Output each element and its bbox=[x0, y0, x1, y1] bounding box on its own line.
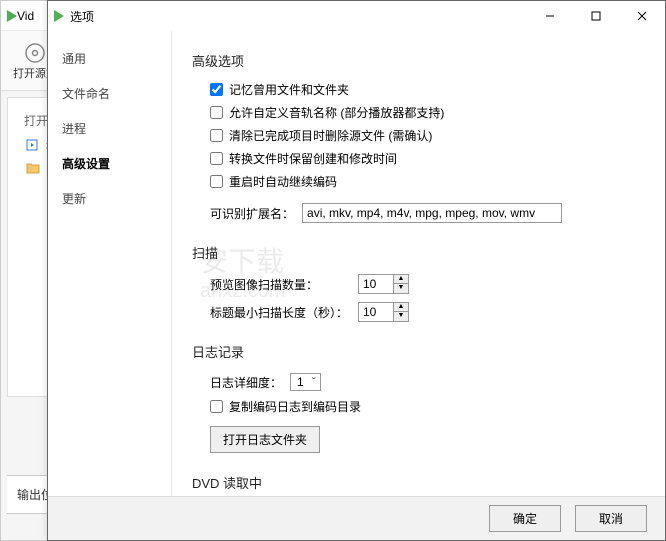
video-file-icon bbox=[26, 138, 40, 155]
spin-down-icon[interactable]: ▼ bbox=[394, 284, 408, 293]
verbosity-select[interactable]: 1 bbox=[290, 373, 321, 391]
spin-up-icon[interactable]: ▲ bbox=[394, 275, 408, 284]
cancel-button[interactable]: 取消 bbox=[575, 505, 647, 532]
window-controls bbox=[527, 1, 665, 31]
spin-up-icon[interactable]: ▲ bbox=[394, 303, 408, 312]
folder-icon bbox=[26, 161, 40, 178]
auto-continue-label: 重启时自动继续编码 bbox=[229, 173, 337, 190]
spin-down-icon[interactable]: ▼ bbox=[394, 312, 408, 321]
custom-audio-checkbox[interactable] bbox=[210, 106, 223, 119]
minimize-button[interactable] bbox=[527, 1, 573, 31]
app-icon bbox=[7, 10, 17, 22]
ext-input[interactable] bbox=[302, 203, 562, 223]
sidebar-item-process[interactable]: 进程 bbox=[48, 111, 171, 146]
preview-count-spinner[interactable]: ▲▼ bbox=[358, 274, 409, 294]
sidebar: 通用 文件命名 进程 高级设置 更新 bbox=[48, 31, 172, 496]
min-len-spinner[interactable]: ▲▼ bbox=[358, 302, 409, 322]
custom-audio-label: 允许自定义音轨名称 (部分播放器都支持) bbox=[229, 104, 444, 121]
dialog-footer: 确定 取消 bbox=[48, 496, 665, 540]
min-len-label: 标题最小扫描长度（秒）： bbox=[210, 304, 350, 321]
keep-times-checkbox[interactable] bbox=[210, 152, 223, 165]
log-title: 日志记录 bbox=[192, 342, 645, 361]
sidebar-item-update[interactable]: 更新 bbox=[48, 181, 171, 216]
scan-title: 扫描 bbox=[192, 243, 645, 262]
open-log-folder-button[interactable]: 打开日志文件夹 bbox=[210, 426, 320, 453]
adv-title: 高级选项 bbox=[192, 51, 645, 70]
keep-times-label: 转换文件时保留创建和修改时间 bbox=[229, 150, 397, 167]
min-len-input[interactable] bbox=[359, 303, 393, 321]
close-button[interactable] bbox=[619, 1, 665, 31]
copy-log-label: 复制编码日志到编码目录 bbox=[229, 398, 361, 415]
clear-src-label: 清除已完成项目时删除源文件 (需确认) bbox=[229, 127, 432, 144]
content-pane: 高级选项 记忆曾用文件和文件夹 允许自定义音轨名称 (部分播放器都支持) 清除已… bbox=[172, 31, 665, 496]
dialog-icon bbox=[54, 10, 64, 22]
clear-src-checkbox[interactable] bbox=[210, 129, 223, 142]
verbosity-label: 日志详细度： bbox=[210, 374, 282, 391]
dialog-titlebar: 选项 bbox=[48, 1, 665, 31]
copy-log-checkbox[interactable] bbox=[210, 400, 223, 413]
ext-label: 可识别扩展名： bbox=[210, 205, 294, 222]
sidebar-item-naming[interactable]: 文件命名 bbox=[48, 76, 171, 111]
dvd-title: DVD 读取中 bbox=[192, 473, 645, 492]
maximize-button[interactable] bbox=[573, 1, 619, 31]
remember-label: 记忆曾用文件和文件夹 bbox=[229, 81, 349, 98]
auto-continue-checkbox[interactable] bbox=[210, 175, 223, 188]
app-title: Vid bbox=[17, 9, 34, 23]
preview-count-input[interactable] bbox=[359, 275, 393, 293]
remember-checkbox[interactable] bbox=[210, 83, 223, 96]
options-dialog: 选项 通用 文件命名 进程 高级设置 更新 高级选项 记忆曾用文件和文件夹 允许… bbox=[47, 0, 666, 541]
ok-button[interactable]: 确定 bbox=[489, 505, 561, 532]
sidebar-item-general[interactable]: 通用 bbox=[48, 41, 171, 76]
preview-count-label: 预览图像扫描数量： bbox=[210, 276, 350, 293]
dialog-title: 选项 bbox=[70, 8, 94, 25]
disc-icon bbox=[23, 41, 47, 65]
sidebar-item-advanced[interactable]: 高级设置 bbox=[48, 146, 171, 181]
